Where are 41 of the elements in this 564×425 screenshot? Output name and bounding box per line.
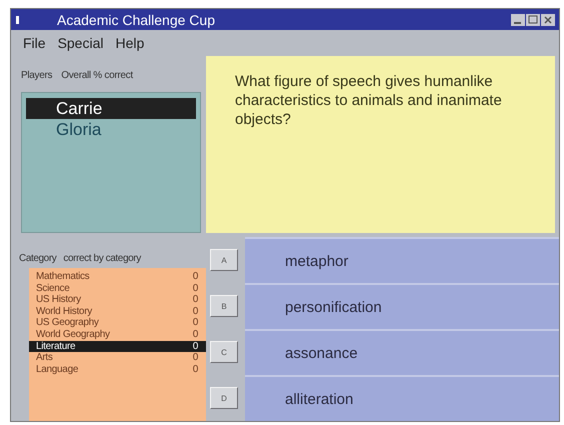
category-name[interactable]: World Geography [36,328,110,341]
category-score: 0 [192,340,198,352]
column-header: correct by category [63,253,141,266]
column-header: Category [19,253,56,266]
menu-item[interactable]: Help [115,35,144,51]
category-score: 0 [192,282,198,294]
answer-button[interactable]: B [210,295,238,317]
question-text: What figure of speech gives humanlike characteristics to animals and inanimate objects? [206,56,555,233]
category-name[interactable]: Science [36,282,70,294]
app-icon [15,14,21,24]
category-score: 0 [192,328,198,341]
menu-item[interactable]: File [23,35,46,51]
close-icon[interactable] [541,14,555,26]
category-name[interactable]: Mathematics [36,271,90,283]
category-name[interactable]: Arts [36,352,53,364]
category-name[interactable]: US History [36,294,81,306]
column-header: Overall % correct [61,70,133,83]
answer-button[interactable]: D [210,387,238,409]
answer-option[interactable]: assonance [245,329,559,375]
column-header: Players [21,70,52,83]
category-score: 0 [192,271,198,283]
window-title: Academic Challenge Cup [57,12,216,28]
minimize-icon[interactable] [511,14,525,26]
answer-option[interactable]: metaphor [245,237,559,283]
category-name[interactable]: World History [36,306,92,318]
menu-item[interactable]: Special [58,35,104,51]
category-score: 0 [192,364,198,376]
maximize-icon[interactable] [526,14,540,26]
answer-option[interactable]: alliteration [245,375,559,421]
player-item[interactable]: Carrie [26,98,196,119]
category-score: 0 [192,294,198,306]
category-name[interactable]: US Geography [36,317,99,329]
category-name[interactable]: Language [36,364,78,376]
answer-button[interactable]: C [210,341,238,363]
category-name[interactable]: Literature [36,340,76,352]
category-score: 0 [192,306,198,318]
category-score: 0 [192,352,198,364]
answer-button[interactable]: A [210,249,238,271]
player-item[interactable]: Gloria [26,119,196,140]
answer-option[interactable]: personification [245,283,559,329]
category-score: 0 [192,317,198,329]
